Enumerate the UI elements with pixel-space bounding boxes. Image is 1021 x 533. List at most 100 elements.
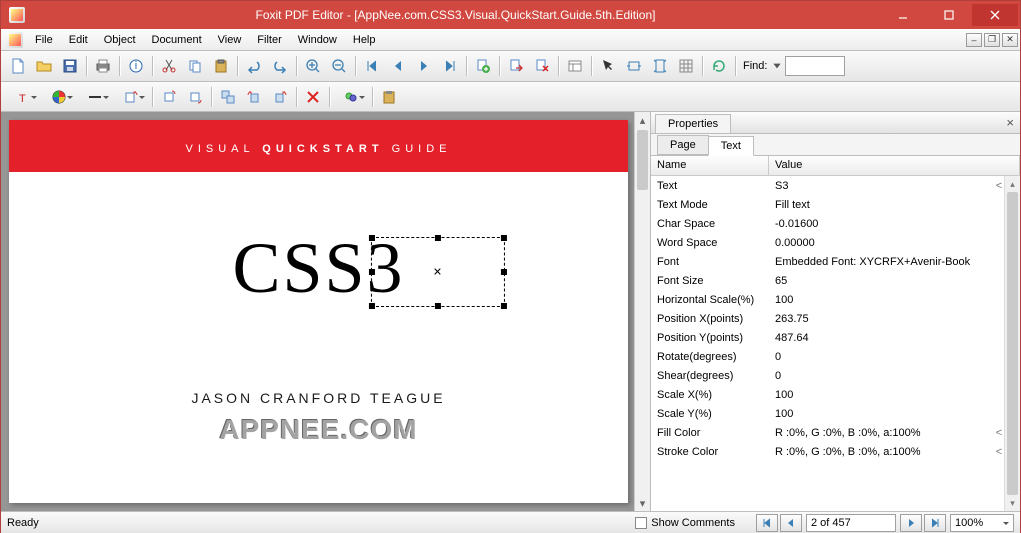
zoom-select[interactable]: 100% [950,514,1014,532]
property-value[interactable]: Embedded Font: XYCRFX+Avenir-Book [769,256,1004,268]
resize-handle-w[interactable] [368,269,374,275]
resize-handle-nw[interactable] [368,235,374,241]
group-icon[interactable] [216,85,240,109]
text-tool-icon[interactable]: T [6,85,40,109]
fit-width-icon[interactable] [622,54,646,78]
properties-close-icon[interactable]: × [1006,115,1014,130]
scroll-up-icon[interactable]: ▴ [635,112,650,128]
refresh-icon[interactable] [707,54,731,78]
resize-handle-e[interactable] [500,269,506,275]
rotate-left-icon[interactable] [242,85,266,109]
properties-col-name[interactable]: Name [651,156,769,175]
property-row[interactable]: Stroke ColorR :0%, G :0%, B :0%, a:100%< [651,442,1004,461]
property-row[interactable]: Horizontal Scale(%)100 [651,290,1004,309]
property-value[interactable]: 100 [769,408,1004,420]
menu-filter[interactable]: Filter [249,31,289,49]
resize-handle-sw[interactable] [368,303,374,309]
scroll-thumb[interactable] [637,130,648,190]
resize-handle-ne[interactable] [500,235,506,241]
pdf-page[interactable]: VISUAL QUICKSTART GUIDE CSS3 ✕ JASON CRA… [9,120,628,503]
property-value[interactable]: R :0%, G :0%, B :0%, a:100% [769,427,994,439]
property-row[interactable]: TextS3< [651,176,1004,195]
property-row[interactable]: Shear(degrees)0 [651,366,1004,385]
nav-next-button[interactable] [900,514,922,532]
tab-text[interactable]: Text [708,136,754,156]
resize-handle-se[interactable] [500,303,506,309]
open-file-icon[interactable] [32,54,56,78]
nav-prev-button[interactable] [780,514,802,532]
property-value[interactable]: 487.64 [769,332,1004,344]
property-value[interactable]: R :0%, G :0%, B :0%, a:100% [769,446,994,458]
color-picker-icon[interactable] [42,85,76,109]
props-scroll-down-icon[interactable]: ▾ [1005,495,1020,511]
minimize-button[interactable] [880,4,926,26]
redo-icon[interactable] [268,54,292,78]
remove-icon[interactable] [301,85,325,109]
document-scrollbar[interactable]: ▴ ▾ [634,112,650,511]
resize-handle-n[interactable] [434,235,440,241]
properties-col-value[interactable]: Value [769,156,1020,175]
delete-page-icon[interactable] [530,54,554,78]
property-row[interactable]: FontEmbedded Font: XYCRFX+Avenir-Book [651,252,1004,271]
paste-icon[interactable] [209,54,233,78]
page-number-input[interactable]: 2 of 457 [806,514,896,532]
first-page-icon[interactable] [360,54,384,78]
layout-icon[interactable] [563,54,587,78]
fit-page-icon[interactable] [648,54,672,78]
maximize-button[interactable] [926,4,972,26]
mdi-minimize-button[interactable]: ‒ [966,33,982,47]
send-back-icon[interactable] [183,85,207,109]
property-value[interactable]: 100 [769,294,1004,306]
next-page-icon[interactable] [412,54,436,78]
select-tool-icon[interactable] [596,54,620,78]
property-row[interactable]: Scale Y(%)100 [651,404,1004,423]
zoom-in-icon[interactable] [301,54,325,78]
new-file-icon[interactable] [6,54,30,78]
print-icon[interactable] [91,54,115,78]
properties-scrollbar[interactable]: ▴ ▾ [1004,176,1020,511]
property-row[interactable]: Char Space-0.01600 [651,214,1004,233]
tab-page[interactable]: Page [657,135,709,155]
property-value[interactable]: 65 [769,275,1004,287]
properties-title-tab[interactable]: Properties [655,114,731,133]
menu-view[interactable]: View [210,31,250,49]
property-value[interactable]: 0.00000 [769,237,1004,249]
menu-document[interactable]: Document [144,31,210,49]
property-value[interactable]: 0 [769,370,1004,382]
document-area[interactable]: VISUAL QUICKSTART GUIDE CSS3 ✕ JASON CRA… [1,112,650,511]
property-value[interactable]: Fill text [769,199,1004,211]
selection-box[interactable]: ✕ [370,237,504,307]
nav-first-button[interactable] [756,514,778,532]
grid-icon[interactable] [674,54,698,78]
object-rotate-icon[interactable] [114,85,148,109]
property-value[interactable]: 100 [769,389,1004,401]
undo-icon[interactable] [242,54,266,78]
property-value[interactable]: S3 [769,180,994,192]
resize-handle-s[interactable] [434,303,440,309]
shapes-icon[interactable] [334,85,368,109]
find-dropdown-icon[interactable] [770,54,784,78]
nav-last-button[interactable] [924,514,946,532]
show-comments-checkbox[interactable] [635,517,647,529]
menu-window[interactable]: Window [290,31,345,49]
property-row[interactable]: Position Y(points)487.64 [651,328,1004,347]
bring-front-icon[interactable] [157,85,181,109]
cut-icon[interactable] [157,54,181,78]
property-value[interactable]: 263.75 [769,313,1004,325]
mdi-restore-button[interactable]: ❐ [984,33,1000,47]
rotate-right-icon[interactable] [268,85,292,109]
find-input[interactable] [785,56,845,76]
import-page-icon[interactable] [504,54,528,78]
property-row[interactable]: Rotate(degrees)0 [651,347,1004,366]
insert-page-icon[interactable] [471,54,495,78]
line-width-icon[interactable] [78,85,112,109]
selected-text-object[interactable]: CSS3 ✕ [232,227,404,310]
property-row[interactable]: Text ModeFill text [651,195,1004,214]
scroll-down-icon[interactable]: ▾ [635,495,650,511]
zoom-out-icon[interactable] [327,54,351,78]
menu-file[interactable]: File [27,31,61,49]
clipboard-icon[interactable] [377,85,401,109]
menu-edit[interactable]: Edit [61,31,96,49]
menu-object[interactable]: Object [96,31,144,49]
copy-icon[interactable] [183,54,207,78]
